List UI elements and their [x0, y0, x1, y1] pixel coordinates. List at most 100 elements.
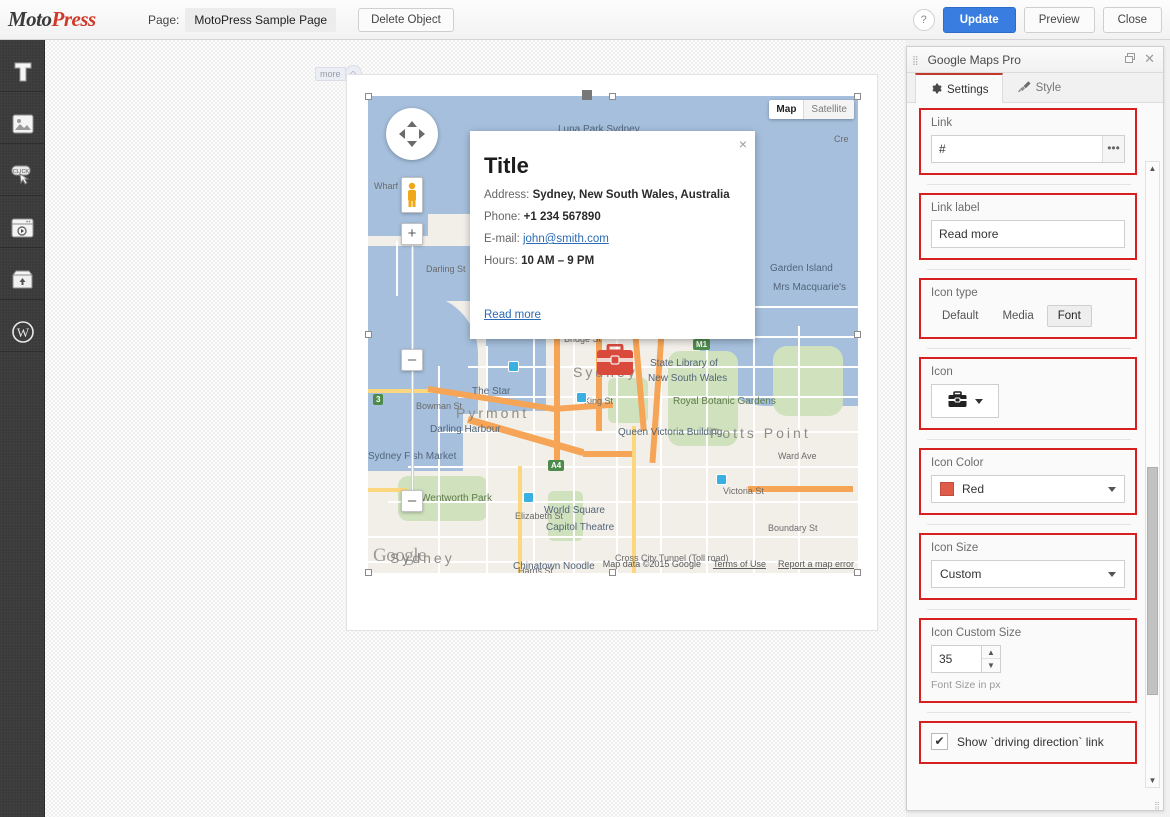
link-input-wrap[interactable]: # ••• [931, 135, 1125, 163]
map-label: Chinatown Noodle [513, 561, 595, 572]
drag-grip-icon[interactable]: ⣿ [912, 56, 920, 64]
package-box-icon [11, 269, 34, 290]
driving-direction-checkbox[interactable]: ✔ [931, 733, 948, 750]
field-icon-custom-size-label: Icon Custom Size [931, 627, 1125, 639]
motopress-logo: MotoPress [8, 7, 126, 33]
map-label: Capitol Theatre [546, 522, 614, 533]
field-icon-color-label: Icon Color [931, 457, 1125, 469]
info-label-email: E-mail: [484, 233, 520, 245]
info-row-hours: Hours: 10 AM – 9 PM [484, 245, 755, 267]
report-map-error-link[interactable]: Report a map error [778, 559, 854, 569]
map-road-shield: A4 [548, 460, 564, 471]
briefcase-marker-icon[interactable] [596, 344, 634, 378]
map-object-container[interactable]: Luna Park SydneyWharf RdDarling StGarden… [347, 75, 877, 630]
icon-custom-size-value[interactable]: 35 [931, 645, 981, 673]
sidebar-item-text[interactable] [0, 52, 45, 92]
resize-handle-mr[interactable] [854, 331, 861, 338]
panel-tabs: Settings Style [907, 73, 1163, 103]
logo-text-press: Press [52, 7, 96, 31]
google-map[interactable]: Luna Park SydneyWharf RdDarling StGarden… [368, 96, 858, 573]
zoom-slider-handle[interactable]: – [401, 349, 423, 371]
page-name-field[interactable]: MotoPress Sample Page [185, 8, 336, 32]
stepper-buttons[interactable]: ▲ ▼ [981, 645, 1001, 673]
tab-settings[interactable]: Settings [915, 73, 1003, 103]
gear-icon [929, 82, 942, 98]
street-view-pegman-icon[interactable] [401, 177, 423, 213]
image-icon [12, 114, 34, 134]
transit-station-icon [508, 361, 519, 372]
preview-button[interactable]: Preview [1024, 7, 1095, 33]
resize-handle-bl[interactable] [365, 569, 372, 576]
field-icon-type-label: Icon type [931, 287, 1125, 299]
icon-size-select[interactable]: Custom [931, 560, 1125, 588]
icon-type-default[interactable]: Default [931, 305, 989, 327]
delete-object-button[interactable]: Delete Object [358, 8, 454, 32]
driving-direction-label: Show `driving direction` link [957, 735, 1104, 749]
top-toolbar: MotoPress Page: MotoPress Sample Page De… [0, 0, 1170, 40]
svg-text:CLICK: CLICK [12, 169, 29, 175]
scroll-down-arrow-icon[interactable]: ▼ [1146, 774, 1159, 787]
stepper-down-icon[interactable]: ▼ [982, 659, 1000, 672]
link-label-input[interactable]: Read more [931, 220, 1125, 248]
sidebar-item-image[interactable] [0, 104, 45, 144]
sidebar-item-wordpress[interactable]: W [0, 312, 45, 352]
panel-header[interactable]: ⣿ Google Maps Pro ✕ [907, 47, 1163, 73]
driving-direction-row[interactable]: ✔ Show `driving direction` link [931, 733, 1125, 750]
panel-scrollbar[interactable]: ▲ ▼ [1145, 161, 1160, 788]
link-browse-button[interactable]: ••• [1102, 136, 1124, 162]
chevron-down-icon[interactable] [975, 399, 983, 404]
zoom-in-button[interactable]: + [401, 223, 423, 245]
canvas-width-handle[interactable] [582, 90, 592, 100]
icon-type-font[interactable]: Font [1047, 305, 1092, 327]
svg-text:W: W [16, 325, 29, 340]
tab-style[interactable]: Style [1003, 73, 1076, 102]
wordpress-icon: W [12, 321, 34, 343]
divider [927, 269, 1131, 270]
sidebar-item-media[interactable] [0, 208, 45, 248]
map-type-satellite[interactable]: Satellite [803, 100, 854, 119]
terms-of-use-link[interactable]: Terms of Use [713, 559, 766, 569]
help-button[interactable]: ? [913, 9, 935, 31]
scrollbar-thumb[interactable] [1147, 467, 1158, 695]
resize-handle-ml[interactable] [365, 331, 372, 338]
resize-handle-tm[interactable] [609, 93, 616, 100]
map-label: Darling St [426, 264, 466, 274]
link-label-value[interactable]: Read more [939, 227, 998, 241]
icon-custom-size-stepper[interactable]: 35 ▲ ▼ [931, 645, 1001, 673]
close-icon[interactable]: ✕ [1144, 52, 1155, 66]
chevron-down-icon[interactable] [1108, 572, 1116, 577]
resize-handle-tl[interactable] [365, 93, 372, 100]
resize-handle-br[interactable] [854, 569, 861, 576]
map-type-map[interactable]: Map [769, 100, 803, 119]
map-data-credit: Map data ©2015 Google [603, 559, 701, 569]
field-icon-size: Icon Size Custom [919, 533, 1137, 600]
resize-handle-tr[interactable] [854, 93, 861, 100]
map-label: Wentworth Park [421, 493, 492, 504]
restore-window-icon[interactable] [1124, 52, 1136, 67]
info-value-email[interactable]: john@smith.com [523, 233, 609, 245]
sidebar-item-box[interactable] [0, 260, 45, 300]
icon-color-select[interactable]: Red [931, 475, 1125, 503]
chevron-down-icon[interactable] [1108, 487, 1116, 492]
editor-canvas[interactable]: more ◇ [45, 40, 906, 817]
close-icon[interactable]: × [739, 137, 747, 151]
update-button[interactable]: Update [943, 7, 1016, 33]
map-info-window[interactable]: × Title Address: Sydney, New South Wales… [470, 131, 755, 339]
stepper-up-icon[interactable]: ▲ [982, 646, 1000, 659]
icon-picker-button[interactable] [931, 384, 999, 418]
map-type-control[interactable]: Map Satellite [769, 100, 854, 119]
panel-title: Google Maps Pro [928, 53, 1021, 67]
icon-type-media[interactable]: Media [991, 305, 1044, 327]
field-icon: Icon [919, 357, 1137, 430]
close-button[interactable]: Close [1103, 7, 1162, 33]
resize-handle-bm[interactable] [609, 569, 616, 576]
panel-resize-grip-icon[interactable]: ⣿ [1154, 802, 1161, 809]
scroll-up-arrow-icon[interactable]: ▲ [1146, 162, 1159, 175]
info-label-hours: Hours: [484, 255, 518, 267]
link-input-value[interactable]: # [939, 142, 946, 156]
zoom-out-button[interactable]: – [401, 490, 423, 512]
info-read-more-link[interactable]: Read more [484, 309, 541, 321]
sidebar-item-button[interactable]: CLICK [0, 156, 45, 196]
icon-size-value: Custom [940, 567, 981, 581]
pan-control[interactable] [386, 108, 438, 160]
